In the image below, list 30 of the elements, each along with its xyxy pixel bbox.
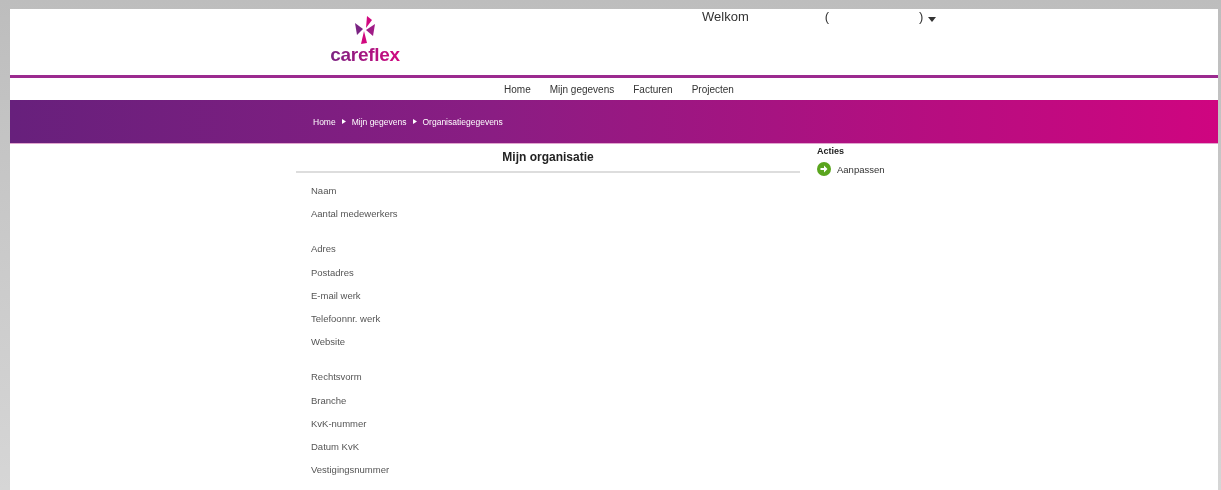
action-link[interactable]: Aanpassen	[817, 162, 885, 176]
actions-title: Acties	[817, 146, 845, 156]
field-label: KvK-nummer	[311, 417, 368, 431]
field-label: Adres	[311, 243, 337, 257]
caret-icon[interactable]	[928, 17, 937, 22]
nav-link[interactable]: Projecten	[691, 83, 734, 95]
paren-text: (	[824, 9, 830, 24]
welcome-text: Welkom	[702, 9, 749, 24]
breadcrumb-link[interactable]: Organisatiegegevens	[422, 116, 503, 127]
field-label: Naam	[311, 185, 338, 198]
logo-icon	[353, 15, 377, 45]
breadcrumb-link[interactable]: Home	[313, 116, 336, 127]
nav-link[interactable]: Mijn gegevens	[549, 83, 615, 95]
field-label: Branche	[311, 394, 348, 408]
chevron-icon	[341, 119, 346, 124]
field-label: Telefoonnr. werk	[311, 312, 382, 326]
chevron-icon	[412, 119, 417, 124]
breadcrumb-link[interactable]: Mijn gegevens	[351, 116, 407, 127]
nav-link[interactable]: Facturen	[633, 83, 673, 95]
field-label: Website	[311, 336, 347, 350]
nav-link[interactable]: Home	[504, 83, 531, 95]
arrow-right-icon	[817, 162, 831, 176]
paren-text: )	[919, 9, 924, 24]
field-label: Datum KvK	[311, 440, 361, 454]
field-label: Postadres	[311, 266, 355, 280]
field-label: Aantal medewerkers	[311, 208, 399, 222]
section-title: Mijn organisatie	[296, 144, 800, 173]
field-label: Vestigingsnummer	[311, 464, 391, 478]
field-label: Rechtsvorm	[311, 371, 363, 385]
field-label: E-mail werk	[311, 289, 362, 303]
